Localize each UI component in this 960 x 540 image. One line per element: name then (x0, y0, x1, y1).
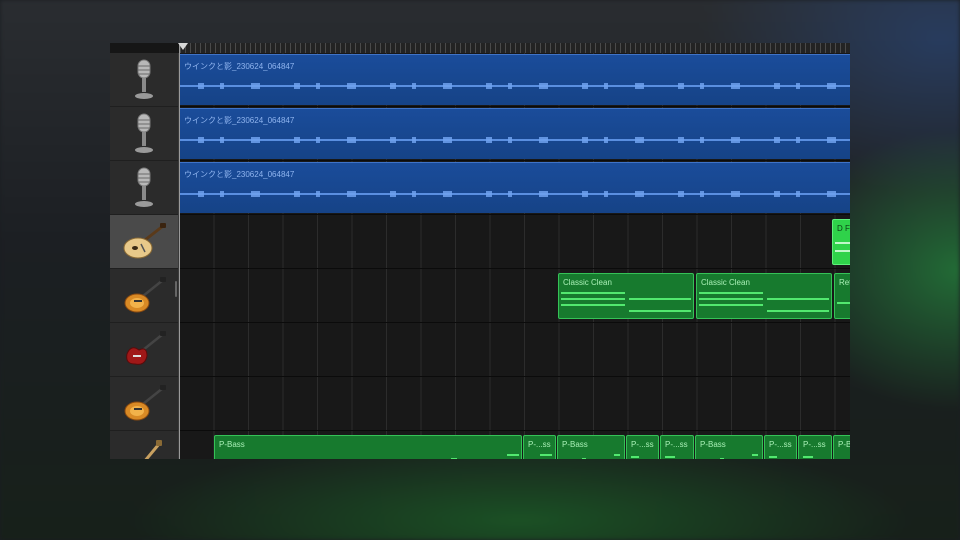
track-header-3[interactable] (110, 161, 178, 215)
playhead-line (179, 43, 180, 459)
track-header-5[interactable] (110, 269, 178, 323)
midi-note (582, 458, 586, 459)
midi-note (837, 302, 850, 304)
microphone-icon (133, 58, 155, 102)
midi-note (507, 454, 519, 456)
track-header-8[interactable] (110, 431, 178, 459)
region-name: P-Bass (562, 440, 588, 449)
midi-note (629, 310, 691, 312)
midi-note (767, 298, 829, 300)
region-name: ウインクと影_230624_064847 (184, 62, 295, 71)
audio-region[interactable]: ウインクと影_230624_064847 (180, 108, 850, 159)
bass-guitar-icon (121, 438, 167, 459)
track-lane-7 (180, 377, 850, 431)
audio-waveform (180, 137, 850, 143)
midi-note (752, 454, 758, 456)
region-name: P-...ss (631, 440, 654, 449)
region-name: Classic Clean (701, 278, 750, 287)
region-name: P-...ss (665, 440, 688, 449)
region-name: ウインクと影_230624_064847 (184, 116, 295, 125)
region-name: P-Bass (700, 440, 726, 449)
midi-region[interactable]: Ret (834, 273, 850, 319)
track-header-7[interactable] (110, 377, 178, 431)
midi-region[interactable]: P-...ss (626, 435, 659, 459)
track-header-4[interactable] (110, 215, 178, 269)
midi-note (540, 454, 552, 456)
track-lane-8: P-Bass P-...ss P-Bass P-...ss P-...ss P-… (180, 431, 850, 459)
midi-note (614, 454, 620, 456)
midi-region[interactable]: Classic Clean (696, 273, 832, 319)
midi-region[interactable]: Classic Clean (558, 273, 694, 319)
track-lane-5: Classic Clean Classic Clean Ret (180, 269, 850, 323)
midi-note (631, 456, 639, 458)
midi-note (561, 304, 625, 306)
region-name: Classic Clean (563, 278, 612, 287)
region-name: Ret (839, 278, 850, 287)
electric-guitar-icon (121, 384, 167, 424)
region-name: D F (837, 224, 850, 233)
track-lane-3: ウインクと影_230624_064847 (180, 161, 850, 215)
track-header-1[interactable] (110, 53, 178, 107)
playhead-handle[interactable] (178, 43, 188, 50)
audio-region[interactable]: ウインクと影_230624_064847 (180, 162, 850, 213)
garageband-tracks-view: ウインクと影_230624_064847 ウインクと影_230624_06484… (110, 43, 850, 459)
midi-region[interactable]: P-...ss (523, 435, 556, 459)
midi-note (561, 292, 625, 294)
midi-region[interactable]: P-Bass (557, 435, 625, 459)
midi-note (665, 456, 675, 458)
midi-note (699, 304, 763, 306)
midi-region[interactable]: D F (832, 219, 850, 265)
midi-note (699, 292, 763, 294)
midi-note (835, 242, 850, 244)
midi-note (720, 458, 724, 459)
midi-region[interactable]: P-Bass (695, 435, 763, 459)
microphone-icon (133, 166, 155, 210)
midi-note (835, 250, 850, 252)
midi-region[interactable]: P-...ss (764, 435, 797, 459)
midi-region[interactable]: P-B (833, 435, 850, 459)
midi-note (769, 456, 777, 458)
track-lane-6 (180, 323, 850, 377)
hollow-body-guitar-icon (121, 222, 167, 262)
region-name: P-...ss (528, 440, 551, 449)
track-lane-2: ウインクと影_230624_064847 (180, 107, 850, 161)
region-name: P-...ss (769, 440, 792, 449)
track-header-2[interactable] (110, 107, 178, 161)
midi-region[interactable]: P-...ss (798, 435, 832, 459)
midi-note (451, 458, 457, 459)
midi-region[interactable]: P-...ss (660, 435, 694, 459)
midi-note (767, 310, 829, 312)
midi-note (699, 298, 763, 300)
region-name: P-B (838, 440, 850, 449)
track-lane-1: ウインクと影_230624_064847 (180, 53, 850, 107)
region-name: P-...ss (803, 440, 826, 449)
header-scrollbar-thumb[interactable] (175, 281, 177, 297)
track-header-6[interactable] (110, 323, 178, 377)
audio-waveform (180, 191, 850, 197)
midi-region[interactable]: P-Bass (214, 435, 522, 459)
region-name: ウインクと影_230624_064847 (184, 170, 295, 179)
midi-note (803, 456, 813, 458)
midi-note (629, 298, 691, 300)
audio-waveform (180, 83, 850, 89)
red-electric-guitar-icon (121, 330, 167, 370)
electric-guitar-icon (121, 276, 167, 316)
track-lanes: ウインクと影_230624_064847 ウインクと影_230624_06484… (180, 53, 850, 459)
microphone-icon (133, 112, 155, 156)
track-lane-4: D F (180, 215, 850, 269)
audio-region[interactable]: ウインクと影_230624_064847 (180, 54, 850, 105)
region-name: P-Bass (219, 440, 245, 449)
midi-note (561, 298, 625, 300)
track-headers (110, 53, 179, 459)
